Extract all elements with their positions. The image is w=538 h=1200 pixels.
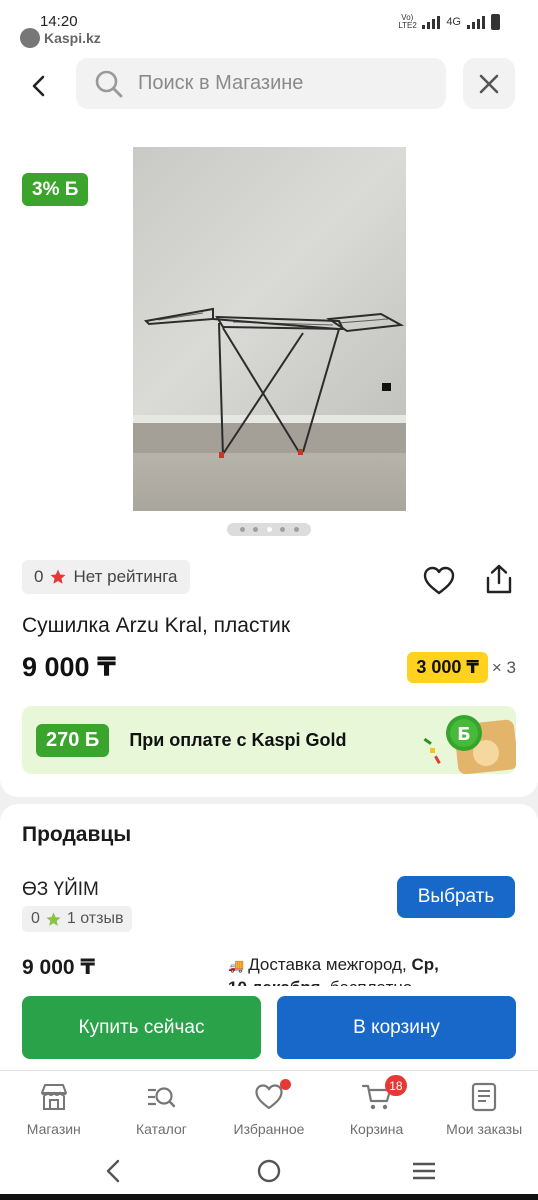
product-title: Сушилка Arzu Kral, пластик xyxy=(22,614,291,637)
kaspi-gold-banner[interactable]: 270 Б При оплате с Kaspi Gold Б xyxy=(22,706,516,774)
add-to-cart-button[interactable]: В корзину xyxy=(277,996,516,1059)
nav-shop-label: Магазин xyxy=(26,1121,81,1137)
search-input[interactable]: Поиск в Магазине xyxy=(76,58,446,109)
seller-rating[interactable]: 0 1 отзыв xyxy=(22,906,133,932)
network-type: 4G xyxy=(446,16,461,28)
nav-cart-label: Корзина xyxy=(349,1121,404,1137)
seller-rating-value: 0 xyxy=(31,910,40,927)
nav-favorites-icon-wrap xyxy=(253,1079,291,1113)
nav-favorites-label: Избранное xyxy=(233,1121,305,1137)
gold-bonus-badge: 270 Б xyxy=(36,723,110,757)
installment-amount: 3 000 ₸ xyxy=(407,652,488,683)
rating-text: Нет рейтинга xyxy=(73,567,178,586)
seller-reviews: 1 отзыв xyxy=(66,910,124,927)
back-button[interactable] xyxy=(20,66,60,106)
star-icon xyxy=(46,911,61,926)
seller-name[interactable]: ӨЗ ҮЙІМ xyxy=(22,879,99,901)
system-nav-bar xyxy=(0,1146,538,1194)
system-back-icon[interactable] xyxy=(101,1158,127,1184)
carousel-dot xyxy=(239,527,245,532)
nav-catalog[interactable]: Каталог xyxy=(108,1071,216,1146)
search-placeholder: Поиск в Магазине xyxy=(138,72,304,94)
buy-now-button[interactable]: Купить сейчас xyxy=(22,996,261,1059)
carousel-dot xyxy=(253,527,258,532)
status-bar: 14:20 Kaspi.kz Vo) LTE2 4G xyxy=(0,0,538,50)
nav-shop[interactable]: Магазин xyxy=(0,1071,108,1146)
shop-icon xyxy=(40,1084,67,1110)
system-menu-icon[interactable] xyxy=(411,1158,437,1184)
heart-icon xyxy=(423,566,455,595)
action-bar: Купить сейчас В корзину xyxy=(0,986,538,1070)
orders-icon xyxy=(472,1082,497,1112)
favorite-button[interactable] xyxy=(422,564,456,598)
status-site: Kaspi.kz xyxy=(20,28,101,48)
top-bar: Поиск в Магазине xyxy=(0,50,538,130)
choose-seller-button[interactable]: Выбрать xyxy=(397,876,515,918)
truck-icon: 🚚 xyxy=(228,958,245,973)
carousel-dot xyxy=(293,527,299,532)
bonus-badge: 3% Б xyxy=(22,173,89,206)
drying-rack-photo xyxy=(133,147,406,511)
nav-catalog-label: Каталог xyxy=(135,1121,187,1137)
nav-orders-label: Мои заказы xyxy=(446,1121,523,1137)
delivery-info: 🚚 Доставка межгород, Ср, 10 декабря, бесп… xyxy=(228,954,458,990)
delivery-text: Доставка межгород, xyxy=(248,955,412,974)
sellers-title: Продавцы xyxy=(22,823,132,846)
battery-icon xyxy=(491,14,500,30)
signal-icon xyxy=(422,15,441,29)
close-search-button[interactable] xyxy=(463,58,515,109)
bottom-edge xyxy=(0,1194,538,1200)
status-site-label: Kaspi.kz xyxy=(44,30,101,46)
rating-value: 0 xyxy=(34,567,44,586)
product-card: 3% Б 0 Нет рейтинга Сушилка Arzu Kral, п… xyxy=(0,130,538,797)
kaspi-logo-icon xyxy=(20,28,40,48)
bottom-nav: Магазин Каталог Избранное 18 Корзина Мои… xyxy=(0,1070,538,1146)
installment-info[interactable]: 3 000 ₸ × 3 xyxy=(407,652,516,683)
cart-count-badge: 18 xyxy=(385,1075,407,1096)
star-icon xyxy=(50,569,66,584)
system-home-icon[interactable] xyxy=(256,1158,282,1184)
nav-cart[interactable]: 18 Корзина xyxy=(323,1071,431,1146)
image-carousel-indicator[interactable] xyxy=(227,523,311,536)
product-image[interactable] xyxy=(133,147,406,511)
product-rating[interactable]: 0 Нет рейтинга xyxy=(22,560,190,594)
catalog-icon xyxy=(148,1087,176,1108)
installment-multiplier: × 3 xyxy=(491,657,516,677)
status-icons: Vo) LTE2 4G xyxy=(398,14,500,30)
close-icon xyxy=(479,74,499,93)
nav-cart-icon-wrap: 18 xyxy=(361,1075,407,1113)
favorites-notification-dot xyxy=(279,1079,291,1090)
carousel-dot xyxy=(280,527,285,532)
svg-text:Б: Б xyxy=(457,724,471,745)
share-icon xyxy=(486,564,512,594)
share-button[interactable] xyxy=(482,562,516,596)
volte-label: Vo) LTE2 xyxy=(398,13,417,30)
gold-banner-text: При оплате с Kaspi Gold xyxy=(129,729,347,750)
chevron-left-icon xyxy=(32,75,45,97)
signal-2-icon xyxy=(467,15,485,29)
nav-orders[interactable]: Мои заказы xyxy=(430,1071,538,1146)
search-icon xyxy=(95,70,123,97)
carousel-dot-active xyxy=(266,527,272,532)
product-price: 9 000 ₸ xyxy=(22,652,116,682)
kaspi-gold-card-icon: Б xyxy=(423,715,516,774)
seller-price: 9 000 ₸ xyxy=(22,956,95,979)
nav-favorites[interactable]: Избранное xyxy=(215,1071,323,1146)
